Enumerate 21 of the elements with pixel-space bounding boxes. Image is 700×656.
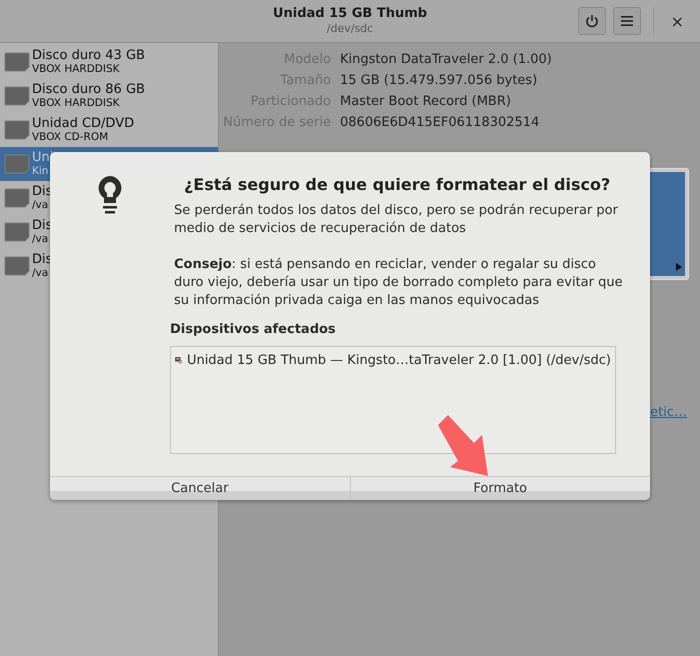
window-title: Unidad 15 GB Thumb: [272, 6, 428, 21]
window-subtitle: /dev/sdc: [326, 22, 374, 35]
dialog-message: Se perderán todos los datos del disco, pero se podrán recuperar por medio de servicios de recuperación de datos: [174, 202, 619, 238]
advice-text: Consejo: si está pensando en reciclar, vender o regalar su disco duro viejo, debería usar un tipo de borrado completo para evitar que su información privada caiga en las manos equivocadas: [174, 256, 624, 310]
detail-value: 15 GB (15.479.597.056 bytes): [340, 73, 538, 88]
drive-detail: VBOX HARDDISK: [32, 63, 121, 76]
drive-name: Disco duro 86 GB: [32, 82, 145, 97]
drive-detail: /va: [32, 199, 50, 212]
drive-name: Unidad CD/DVD: [32, 116, 134, 131]
detail-value: 08606E6D415EF06118302514: [340, 115, 540, 130]
drive-detail: VBOX HARDDISK: [32, 97, 121, 110]
section-heading: Dispositivos afectados: [170, 322, 337, 337]
device-entry: Unidad 15 GB Thumb — Kingsto…taTraveler 2.0 [1.00] (/dev/sdc): [186, 352, 611, 368]
drive-detail: /va: [32, 267, 50, 280]
drive-name: Disco duro 43 GB: [32, 48, 145, 63]
detail-value: Master Boot Record (MBR): [340, 94, 512, 109]
drive-detail: /va: [32, 233, 50, 246]
dialog-title: ¿Está seguro de que quiere formatear el disco?: [184, 175, 612, 194]
drive-detail: VBOX CD-ROM: [32, 131, 110, 144]
drive-detail: Kin: [32, 165, 50, 178]
detail-value: Kingston DataTraveler 2.0 (1.00): [340, 52, 553, 67]
